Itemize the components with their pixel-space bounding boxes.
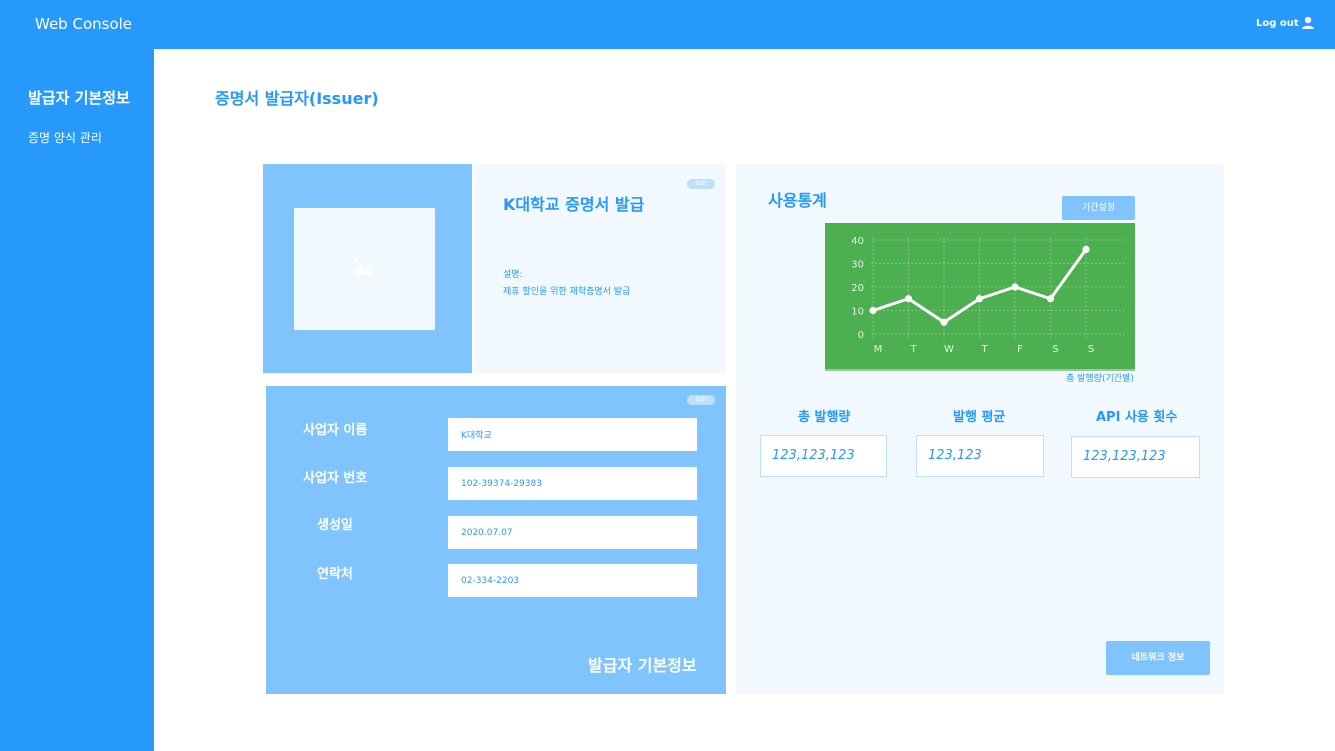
image-placeholder[interactable] [294, 208, 435, 330]
data-point [1082, 245, 1090, 253]
sidebar: 발급자 기본정보 증명 양식 관리 [0, 49, 154, 751]
x-tick-label: F [1017, 344, 1023, 355]
description-text: 제휴 할인을 위한 재학증명서 발급 [503, 287, 631, 297]
usage-chart: 0 10 20 30 40 M T W T F S S [825, 223, 1135, 371]
x-tick-label: T [909, 344, 917, 355]
contact-label: 연락처 [317, 567, 353, 582]
period-setting-button[interactable]: 기간설정 [1062, 196, 1135, 220]
y-tick-label: 0 [858, 330, 864, 341]
issue-average-value: 123,123 [916, 435, 1044, 477]
x-tick-label: S [1052, 344, 1058, 355]
app-title: Web Console [35, 15, 133, 33]
contact-field[interactable] [448, 564, 697, 597]
network-info-button[interactable]: 네트워크 정보 [1106, 641, 1210, 675]
business-name-field[interactable] [448, 418, 697, 451]
api-usage-label: API 사용 횟수 [1096, 410, 1178, 425]
issuer-info-panel: Edit 사업자 이름 사업자 번호 생성일 연락처 발급자 기본정보 [266, 386, 726, 694]
issuer-info-footer-title: 발급자 기본정보 [588, 656, 697, 675]
y-tick-label: 20 [851, 283, 864, 294]
data-point [940, 318, 948, 326]
description-label: 설명: [503, 270, 523, 280]
data-point [904, 295, 913, 303]
business-number-field[interactable] [448, 467, 697, 500]
created-date-field[interactable] [448, 516, 697, 549]
data-point [869, 306, 877, 315]
data-point [1046, 295, 1055, 303]
x-tick-label: M [874, 344, 883, 355]
x-tick-label: S [1088, 344, 1094, 355]
total-issued-label: 총 발행량 [798, 410, 851, 425]
created-date-label: 생성일 [317, 518, 353, 533]
data-point [1011, 283, 1019, 291]
certificate-title: K대학교 증명서 발급 [503, 195, 645, 214]
stats-title: 사용통계 [768, 191, 827, 210]
x-tick-label: W [944, 344, 954, 355]
edit-issuer-button[interactable]: Edit [687, 395, 715, 405]
business-name-label: 사업자 이름 [303, 423, 368, 438]
y-tick-label: 10 [851, 307, 864, 318]
edit-certificate-button[interactable]: Edit [687, 179, 715, 189]
top-bar: Web Console Log out [0, 0, 1335, 49]
page-title: 증명서 발급자(Issuer) [215, 89, 379, 108]
image-icon [353, 259, 375, 275]
usage-line-chart: 0 10 20 30 40 M T W T F S S [851, 236, 1125, 355]
sidebar-item-form-management[interactable]: 증명 양식 관리 [28, 129, 102, 146]
user-icon[interactable] [1301, 16, 1315, 30]
sidebar-item-issuer-info[interactable]: 발급자 기본정보 [28, 87, 130, 108]
usage-stats-panel: 사용통계 기간설정 0 10 20 30 40 M T W T F S S 총 발행량(기간별) 총 … [736, 164, 1224, 694]
y-tick-label: 40 [851, 236, 864, 247]
logout-link[interactable]: Log out [1256, 18, 1299, 29]
total-issued-value: 123,123,123 [760, 435, 887, 477]
api-usage-value: 123,123,123 [1071, 436, 1200, 478]
chart-caption: 총 발행량(기간별) [1066, 374, 1134, 384]
certificate-image-panel [263, 164, 472, 373]
data-point [975, 295, 984, 303]
y-tick-label: 30 [851, 260, 864, 271]
x-tick-label: T [980, 344, 988, 355]
business-number-label: 사업자 번호 [303, 471, 368, 486]
issue-average-label: 발행 평균 [953, 410, 1006, 425]
certificate-panel: Edit K대학교 증명서 발급 설명: 제휴 할인을 위한 재학증명서 발급 [474, 164, 726, 373]
